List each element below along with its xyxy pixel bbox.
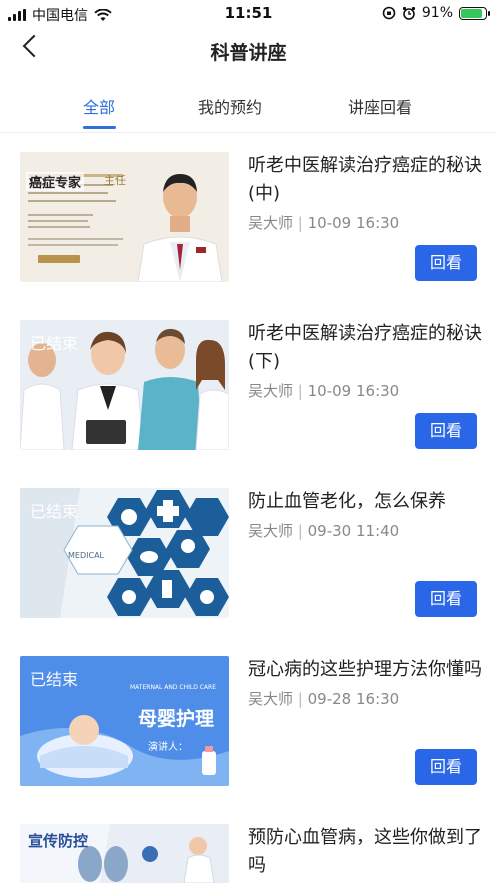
thumb-title: 母婴护理	[138, 708, 215, 730]
meta-separator: |	[297, 214, 303, 232]
lecture-title: 防止血管老化，怎么保养	[248, 491, 446, 512]
lecture-datetime: 09-30 11:40	[307, 522, 400, 540]
meta-separator: |	[297, 690, 303, 708]
lecture-speaker: 吴大师	[248, 522, 294, 540]
status-right: 91%	[382, 5, 490, 21]
replay-button[interactable]: 回看	[415, 749, 477, 785]
meta-separator: |	[297, 522, 303, 540]
alarm-icon	[402, 6, 415, 20]
lecture-item[interactable]: MATERNAL AND CHILD CARE 母婴护理 演讲人： 已结束 冠心…	[0, 656, 497, 824]
lecture-meta: 吴大师 | 09-28 16:30	[248, 688, 483, 709]
meta-separator: |	[297, 382, 303, 400]
battery-icon	[459, 6, 490, 20]
lecture-datetime: 10-09 16:30	[307, 382, 400, 400]
lecture-title: 听老中医解读治疗癌症的秘诀(下)	[248, 323, 482, 372]
thumb-title: 宣传防控	[28, 832, 89, 850]
thumb-speaker: 演讲人：	[148, 742, 188, 753]
tab-lecture-replay[interactable]: 讲座回看	[348, 94, 412, 118]
screen-lock-icon	[382, 6, 396, 20]
lecture-speaker: 吴大师	[248, 690, 294, 708]
lecture-item[interactable]: 癌症专家 主任 听老中医解读治疗癌症的秘诀(中) 吴大师 | 10-09 16:…	[0, 152, 497, 320]
ended-tag: 已结束	[30, 502, 79, 521]
page-title: 科普讲座	[210, 42, 287, 64]
lecture-datetime: 09-28 16:30	[307, 690, 400, 708]
lecture-thumbnail: 宣传防控	[20, 824, 229, 883]
lecture-title: 冠心病的这些护理方法你懂吗	[248, 659, 482, 680]
lecture-thumbnail: 癌症专家 主任	[20, 152, 229, 282]
lecture-meta: 吴大师 | 10-09 16:30	[248, 380, 483, 401]
lecture-item[interactable]: MEDICAL 已结束 防止血管老化，怎么保养 吴大师 | 09-30 11:4…	[0, 488, 497, 656]
lecture-thumbnail: MATERNAL AND CHILD CARE 母婴护理 演讲人： 已结束	[20, 656, 229, 786]
replay-button[interactable]: 回看	[415, 245, 477, 281]
tab-my-reservations[interactable]: 我的预约	[198, 94, 262, 118]
nav-bar: 科普讲座	[0, 28, 497, 74]
divider	[0, 132, 497, 133]
lecture-speaker: 吴大师	[248, 382, 294, 400]
lecture-speaker: 吴大师	[248, 214, 294, 232]
thumb-role-label: 主任	[104, 174, 126, 187]
lecture-title: 听老中医解读治疗癌症的秘诀(中)	[248, 155, 482, 204]
lecture-title: 预防心血管病，这些你做到了吗	[248, 827, 482, 876]
battery-percent: 91%	[421, 5, 453, 21]
active-tab-indicator	[83, 126, 116, 129]
thumb-en-caption: MATERNAL AND CHILD CARE	[130, 684, 216, 691]
lecture-meta: 吴大师 | 10-09 16:30	[248, 212, 483, 233]
lecture-item[interactable]: 已结束 听老中医解读治疗癌症的秘诀(下) 吴大师 | 10-09 16:30 回…	[0, 320, 497, 488]
status-bar: 中国电信 11:51 91%	[0, 0, 497, 28]
lecture-item[interactable]: 宣传防控 预防心血管病，这些你做到了吗	[0, 824, 497, 883]
tab-all[interactable]: 全部	[83, 94, 115, 118]
lecture-thumbnail: MEDICAL 已结束	[20, 488, 229, 618]
lecture-thumbnail: 已结束	[20, 320, 229, 450]
ended-tag: 已结束	[30, 670, 79, 689]
lecture-datetime: 10-09 16:30	[307, 214, 400, 232]
replay-button[interactable]: 回看	[415, 413, 477, 449]
ended-tag: 已结束	[30, 334, 79, 353]
replay-button[interactable]: 回看	[415, 581, 477, 617]
thumb-medical-label: MEDICAL	[68, 551, 104, 560]
lecture-meta: 吴大师 | 09-30 11:40	[248, 520, 483, 541]
tab-bar: 全部 我的预约 讲座回看	[0, 88, 497, 132]
